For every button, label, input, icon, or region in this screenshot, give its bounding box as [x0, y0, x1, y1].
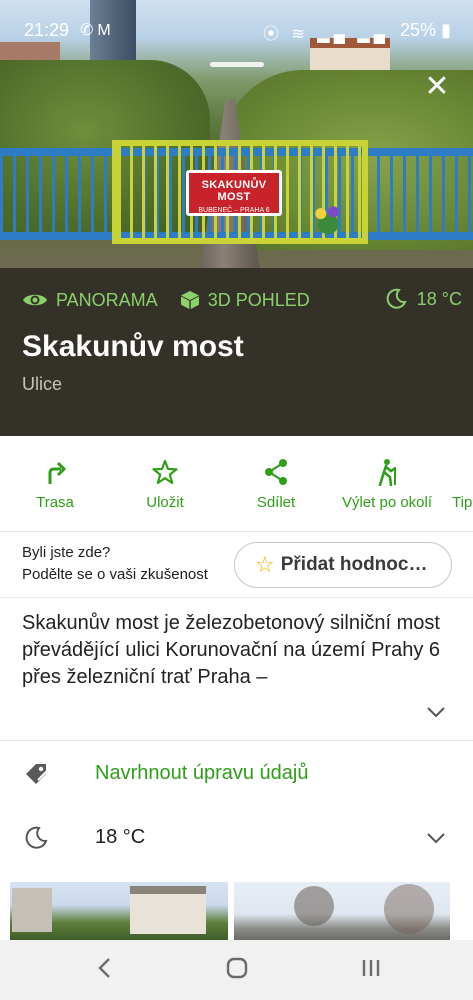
photo-thumbnail[interactable] — [234, 882, 450, 940]
panorama-chip[interactable]: PANORAMA — [22, 290, 158, 311]
status-time: 21:29 — [24, 20, 70, 40]
home-icon — [226, 957, 248, 979]
route-label: Trasa — [36, 494, 74, 511]
route-icon — [48, 461, 67, 484]
recents-icon — [362, 960, 380, 976]
photo-thumbnail[interactable] — [10, 882, 228, 940]
cube-icon — [180, 291, 199, 309]
chevron-down-icon[interactable] — [424, 700, 448, 724]
3d-view-chip[interactable]: 3D POHLED — [180, 290, 310, 311]
signal-icon: ▂▄ — [317, 26, 349, 43]
notification-icons: ✆M — [80, 20, 115, 40]
place-detail-screen: SKAKUNŮV MOST BUBENEČ – PRAHA 6 21:29 ✆M… — [0, 0, 473, 1000]
close-icon: ✕ — [424, 70, 450, 103]
save-button[interactable]: Uložit — [132, 458, 198, 511]
street-sign-district: BUBENEČ – PRAHA 6 — [198, 207, 270, 214]
street-sign-name: SKAKUNŮV MOST — [201, 179, 267, 203]
battery-percent: 25% ▮ — [400, 20, 451, 40]
view-chips: PANORAMA 3D POHLED 18 °C — [22, 288, 462, 312]
add-review-label: Přidat hodnoc… — [280, 554, 428, 575]
wifi-icon: ≋ — [291, 26, 309, 43]
back-button[interactable] — [90, 956, 120, 984]
review-subtext: Podělte se o vaši zkušenost — [22, 566, 208, 583]
weather-chip[interactable]: 18 °C — [385, 288, 462, 310]
tip-button[interactable]: Tip — [452, 458, 473, 511]
system-nav-bar — [0, 940, 473, 1000]
save-label: Uložit — [146, 494, 184, 511]
recents-button[interactable] — [356, 956, 386, 984]
place-title: Skakunův most — [22, 330, 244, 363]
star-icon: ☆ — [255, 552, 275, 577]
panorama-label: PANORAMA — [56, 289, 158, 310]
tip-label: Tip — [452, 494, 473, 511]
suggest-edit-row[interactable]: Navrhnout úpravu údajů — [0, 742, 473, 806]
edit-tag-icon — [26, 764, 48, 784]
system-icons: ⦿ ≋ ▂▄ ▂▄ — [263, 20, 389, 44]
share-icon — [265, 459, 287, 485]
suggest-edit-label: Navrhnout úpravu údajů — [95, 762, 309, 784]
3d-view-label: 3D POHLED — [207, 289, 310, 310]
add-review-button[interactable]: ☆ Přidat hodnoc… — [234, 542, 452, 588]
weather-chip-label: 18 °C — [416, 288, 462, 309]
star-icon — [152, 459, 178, 485]
street-sign: SKAKUNŮV MOST BUBENEČ – PRAHA 6 — [186, 170, 282, 216]
weather-row-label: 18 °C — [95, 826, 146, 848]
weather-row[interactable]: 18 °C — [0, 806, 473, 870]
action-row: Trasa Uložit Sdílet Výlet po okolí Tip — [0, 436, 473, 532]
battery-icon: ▮ — [441, 20, 451, 40]
nearby-trip-label: Výlet po okolí — [341, 494, 433, 511]
share-label: Sdílet — [256, 494, 296, 511]
home-button[interactable] — [222, 956, 252, 984]
review-prompt: Byli jste zde? Podělte se o vaši zkušeno… — [0, 532, 473, 598]
share-button[interactable]: Sdílet — [244, 458, 308, 511]
gmail-icon: M — [97, 22, 115, 39]
moon-icon — [386, 288, 407, 309]
place-description: Skakunův most je železobetonový silniční… — [22, 612, 440, 688]
eye-icon — [23, 294, 47, 306]
close-button[interactable]: ✕ — [422, 72, 452, 102]
place-type: Ulice — [22, 374, 63, 394]
signal-icon: ▂▄ — [357, 26, 389, 43]
place-info-panel: PANORAMA 3D POHLED 18 °C Skakunův most U… — [0, 268, 473, 436]
status-bar: 21:29 ✆M ⦿ ≋ ▂▄ ▂▄ 25% ▮ — [0, 0, 473, 60]
divider — [0, 740, 473, 741]
location-icon: ⦿ — [262, 26, 283, 43]
moon-icon — [25, 826, 48, 849]
review-question: Byli jste zde? — [22, 544, 111, 561]
flower-bouquet — [310, 200, 346, 234]
hiking-icon — [378, 459, 396, 486]
nearby-trip-button[interactable]: Výlet po okolí — [336, 458, 438, 511]
whatsapp-icon: ✆ — [80, 22, 98, 39]
route-button[interactable]: Trasa — [22, 458, 88, 511]
chevron-down-icon — [427, 833, 445, 844]
sheet-handle[interactable] — [210, 62, 264, 67]
back-icon — [98, 958, 110, 978]
